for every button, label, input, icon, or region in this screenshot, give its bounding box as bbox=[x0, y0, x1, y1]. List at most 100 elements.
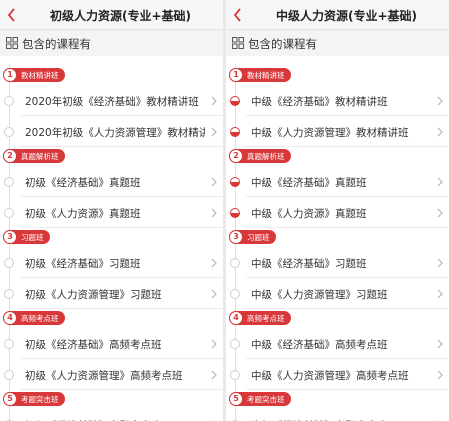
chevron-right-icon bbox=[211, 339, 217, 349]
section-number: 5 bbox=[3, 392, 17, 406]
timeline-dot-icon bbox=[230, 369, 240, 380]
course-name: 2020年初级《经济基础》教材精讲班 bbox=[25, 96, 199, 108]
timeline-dot-icon bbox=[4, 126, 14, 137]
contains-heading: 包含的课程有 bbox=[226, 30, 449, 56]
section-label: 真题解析班 bbox=[21, 151, 59, 161]
row-divider bbox=[20, 226, 223, 228]
timeline-dot-icon bbox=[230, 258, 240, 268]
course-item[interactable]: 中级《经济基础》习题班 bbox=[226, 248, 449, 278]
chevron-right-icon bbox=[437, 208, 443, 217]
row-divider bbox=[20, 388, 223, 390]
section-header: 1 教材精讲班 bbox=[229, 68, 291, 82]
chevron-right-icon bbox=[437, 96, 443, 106]
course-name: 2020年初级《人力资源管理》教材精讲... bbox=[25, 126, 205, 139]
section-number: 4 bbox=[3, 311, 17, 325]
contains-heading: 包含的课程有 bbox=[0, 30, 223, 56]
section-number: 5 bbox=[229, 392, 243, 406]
chevron-right-icon bbox=[437, 177, 443, 187]
course-name: 中级《人力资源管理》习题班 bbox=[251, 288, 388, 301]
section-number: 2 bbox=[3, 149, 17, 163]
section-label: 教材精讲班 bbox=[21, 70, 59, 80]
course-item[interactable]: 中级《经济基础》真题班 bbox=[226, 167, 449, 197]
course-item[interactable]: 中级《人力资源管理》高频考点班 bbox=[226, 360, 449, 390]
course-item[interactable]: 中级《经济基础》教材精讲班 bbox=[226, 86, 449, 116]
chevron-right-icon bbox=[211, 177, 217, 187]
timeline-dot-icon bbox=[4, 339, 14, 349]
course-item[interactable]: 中级《人力资源管理》习题班 bbox=[226, 279, 449, 309]
nav-header: 中级人力资源(专业+基础) bbox=[226, 0, 449, 30]
timeline-dot-icon bbox=[4, 96, 14, 106]
section-label: 考题突击班 bbox=[21, 394, 59, 404]
row-divider bbox=[246, 145, 449, 147]
chevron-right-icon bbox=[437, 127, 443, 136]
timeline-dot-icon bbox=[4, 207, 14, 218]
section-header: 5 考题突击班 bbox=[229, 392, 291, 406]
page-title: 中级人力资源(专业+基础) bbox=[275, 9, 418, 23]
section-header: 1 教材精讲班 bbox=[3, 68, 65, 82]
row-divider bbox=[20, 145, 223, 147]
progress-dot-icon bbox=[230, 177, 240, 187]
section-header: 3 习题班 bbox=[229, 230, 276, 244]
chevron-right-icon bbox=[211, 258, 217, 268]
timeline-dot-icon bbox=[230, 339, 240, 349]
progress-dot-icon bbox=[230, 126, 240, 137]
section-number: 1 bbox=[229, 68, 243, 82]
section-label: 高频考点班 bbox=[21, 313, 59, 323]
page-title: 初级人力资源(专业+基础) bbox=[49, 9, 192, 23]
right-panel: 中级人力资源(专业+基础) 包含的课程有 1 教材精讲班中级《经济基础》教材精讲班… bbox=[226, 0, 449, 421]
chevron-left-icon bbox=[7, 8, 15, 22]
section-label: 高频考点班 bbox=[247, 313, 285, 323]
grid-icon bbox=[232, 37, 244, 49]
section-number: 4 bbox=[229, 311, 243, 325]
course-item[interactable]: 初级《经济基础》高频考点班 bbox=[0, 329, 223, 359]
course-item[interactable]: 初级《经济基础》习题班 bbox=[0, 248, 223, 278]
chevron-right-icon bbox=[211, 289, 217, 298]
course-item[interactable]: 中级《人力资源管理》教材精讲班 bbox=[226, 117, 449, 147]
progress-dot-icon bbox=[230, 207, 240, 218]
course-item[interactable]: 初级《经济基础》考题突击班 bbox=[0, 410, 223, 421]
course-item[interactable]: 2020年初级《经济基础》教材精讲班 bbox=[0, 86, 223, 116]
chevron-right-icon bbox=[437, 370, 443, 379]
course-item[interactable]: 初级《人力资源管理》习题班 bbox=[0, 279, 223, 309]
course-item[interactable]: 初级《人力资源》真题班 bbox=[0, 198, 223, 228]
section-header: 2 真题解析班 bbox=[3, 149, 65, 163]
course-item[interactable]: 中级《人力资源》真题班 bbox=[226, 198, 449, 228]
course-item[interactable]: 初级《人力资源管理》高频考点班 bbox=[0, 360, 223, 390]
course-item[interactable]: 中级《经济基础》高频考点班 bbox=[226, 329, 449, 359]
chevron-right-icon bbox=[211, 127, 217, 136]
timeline-dot-icon bbox=[4, 369, 14, 380]
row-divider bbox=[246, 307, 449, 309]
left-panel: 初级人力资源(专业+基础) 包含的课程有 1 教材精讲班 2020年初级《经济基础》… bbox=[0, 0, 223, 421]
timeline-dot-icon bbox=[230, 288, 240, 299]
chevron-right-icon bbox=[211, 96, 217, 106]
course-item[interactable]: 2020年初级《人力资源管理》教材精讲... bbox=[0, 117, 223, 147]
chevron-right-icon bbox=[437, 339, 443, 349]
course-item[interactable]: 中级《经济基础》考题突击班 bbox=[226, 410, 449, 421]
row-divider bbox=[246, 388, 449, 390]
chevron-right-icon bbox=[211, 208, 217, 217]
contains-label: 包含的课程有 bbox=[22, 37, 91, 51]
course-name: 初级《经济基础》真题班 bbox=[25, 177, 141, 189]
section-header: 2 真题解析班 bbox=[229, 149, 291, 163]
grid-icon bbox=[6, 37, 18, 49]
course-name: 中级《经济基础》教材精讲班 bbox=[251, 96, 388, 108]
row-divider bbox=[20, 307, 223, 309]
course-item[interactable]: 初级《经济基础》真题班 bbox=[0, 167, 223, 197]
chevron-right-icon bbox=[437, 258, 443, 268]
chevron-left-icon bbox=[233, 8, 241, 22]
row-divider bbox=[246, 226, 449, 228]
course-name: 中级《经济基础》真题班 bbox=[251, 177, 367, 189]
section-number: 1 bbox=[3, 68, 17, 82]
course-name: 初级《人力资源》真题班 bbox=[25, 207, 141, 220]
section-header: 4 高频考点班 bbox=[229, 311, 291, 325]
course-name: 初级《人力资源管理》高频考点班 bbox=[25, 369, 183, 382]
course-name: 中级《经济基础》习题班 bbox=[251, 258, 367, 270]
contains-label: 包含的课程有 bbox=[248, 37, 317, 51]
section-header: 4 高频考点班 bbox=[3, 311, 65, 325]
progress-dot-icon bbox=[230, 96, 240, 106]
section-label: 教材精讲班 bbox=[247, 70, 285, 80]
nav-header: 初级人力资源(专业+基础) bbox=[0, 0, 223, 30]
section-number: 2 bbox=[229, 149, 243, 163]
course-name: 中级《人力资源管理》高频考点班 bbox=[251, 369, 409, 382]
section-label: 考题突击班 bbox=[247, 394, 285, 404]
